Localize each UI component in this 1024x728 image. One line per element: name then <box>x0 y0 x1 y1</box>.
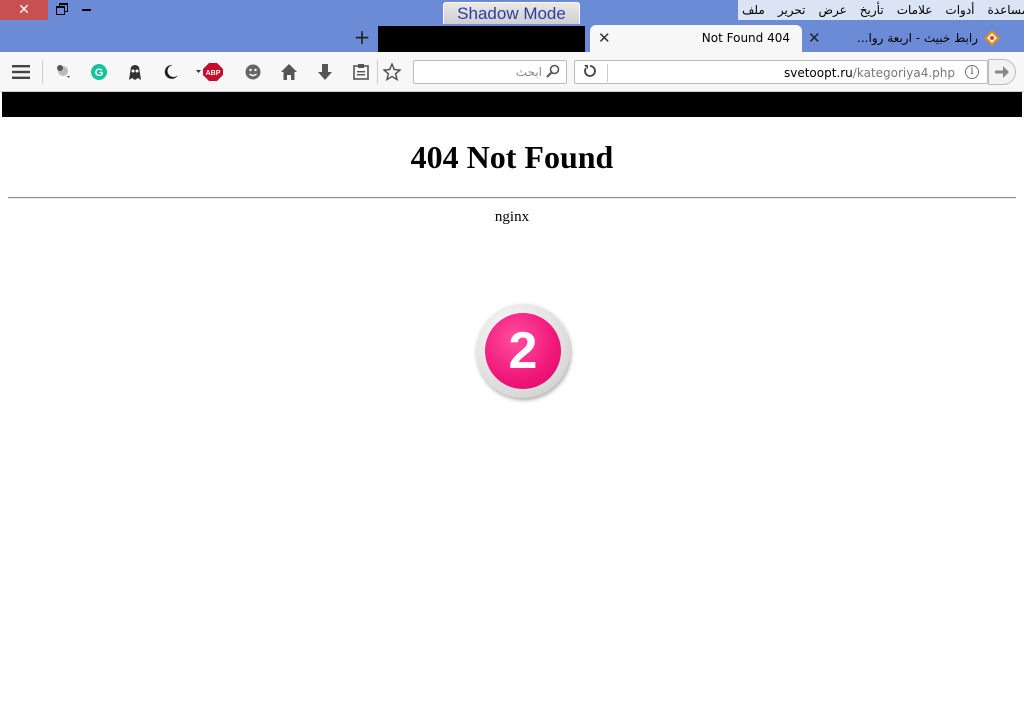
menu-bar: ملف تحرير عرض تأريخ علامات أدوات مساعدة <box>738 0 1024 20</box>
ghostery-icon[interactable] <box>125 62 145 82</box>
window-restore-button[interactable] <box>55 2 69 16</box>
extension-icon[interactable] <box>54 62 74 82</box>
night-mode-icon[interactable] <box>161 62 181 82</box>
go-arrow-icon[interactable] <box>988 59 1016 85</box>
home-icon[interactable] <box>279 62 299 82</box>
menu-view[interactable]: عرض <box>819 3 847 17</box>
url-path: /kategoriya4.php <box>852 66 955 80</box>
redacted-bookmarks-bar <box>2 92 1022 117</box>
reload-icon[interactable] <box>583 64 597 82</box>
reading-list-icon[interactable] <box>351 62 371 82</box>
shadow-mode-button[interactable]: Shadow Mode <box>443 2 580 24</box>
site-favicon-icon <box>984 30 1000 46</box>
menu-history[interactable]: تأريخ <box>860 3 884 17</box>
url-bar[interactable]: svetoopt.ru/kategoriya4.php i <box>574 60 988 84</box>
menu-help[interactable]: مساعدة <box>988 3 1024 17</box>
grammarly-icon[interactable]: G <box>89 62 109 82</box>
menu-tools[interactable]: أدوات <box>945 3 974 17</box>
server-name: nginx <box>494 209 530 225</box>
search-input[interactable]: ابحث <box>413 60 567 84</box>
tab-title: رابط خبيث - اربعة روا... <box>857 31 978 45</box>
window-minimize-button[interactable] <box>82 9 91 11</box>
tab-close-icon[interactable]: ✕ <box>808 29 821 47</box>
download-icon[interactable] <box>315 62 335 82</box>
toolbar-separator <box>42 60 43 84</box>
badge-number: 2 <box>485 313 561 389</box>
nav-toolbar: G ABP ابحث svetoopt.ru/kategoriya4.php i <box>0 52 1024 92</box>
tab-title: Not Found 404 <box>701 31 790 45</box>
url-separator <box>607 64 608 82</box>
menu-edit[interactable]: تحرير <box>778 3 806 17</box>
divider <box>8 197 1016 199</box>
bookmark-star-icon[interactable] <box>382 62 402 82</box>
info-icon[interactable]: i <box>965 65 979 79</box>
emoji-icon[interactable] <box>243 62 263 82</box>
menu-file[interactable]: ملف <box>742 3 765 17</box>
svg-text:G: G <box>95 67 104 79</box>
redacted-tab[interactable] <box>378 26 585 52</box>
url-text[interactable]: svetoopt.ru/kategoriya4.php <box>784 66 955 80</box>
tab-inactive[interactable]: ✕ رابط خبيث - اربعة روا... <box>802 25 1010 52</box>
title-bar: ✕ Shadow Mode ملف تحرير عرض تأريخ علامات… <box>0 0 1024 24</box>
adblock-plus-icon[interactable]: ABP <box>196 62 226 82</box>
toolbar-separator <box>377 60 378 84</box>
search-icon[interactable] <box>546 64 560 82</box>
page-title: 404 Not Found <box>410 139 614 175</box>
adblock-label: ABP <box>206 70 221 77</box>
number-badge: 2 <box>476 304 570 398</box>
menu-bookmarks[interactable]: علامات <box>897 3 933 17</box>
page-content: 404 Not Found nginx 2 <box>0 117 1024 728</box>
tab-strip: + ✕ Not Found 404 ✕ رابط خبيث - اربعة رو… <box>0 24 1024 52</box>
new-tab-button[interactable]: + <box>352 27 372 49</box>
window-close-button[interactable]: ✕ <box>0 0 48 20</box>
search-placeholder: ابحث <box>515 65 542 79</box>
url-domain: svetoopt.ru <box>783 66 853 80</box>
tab-active[interactable]: ✕ Not Found 404 <box>590 25 802 52</box>
menu-icon[interactable] <box>11 62 31 82</box>
tab-close-icon[interactable]: ✕ <box>598 29 611 47</box>
